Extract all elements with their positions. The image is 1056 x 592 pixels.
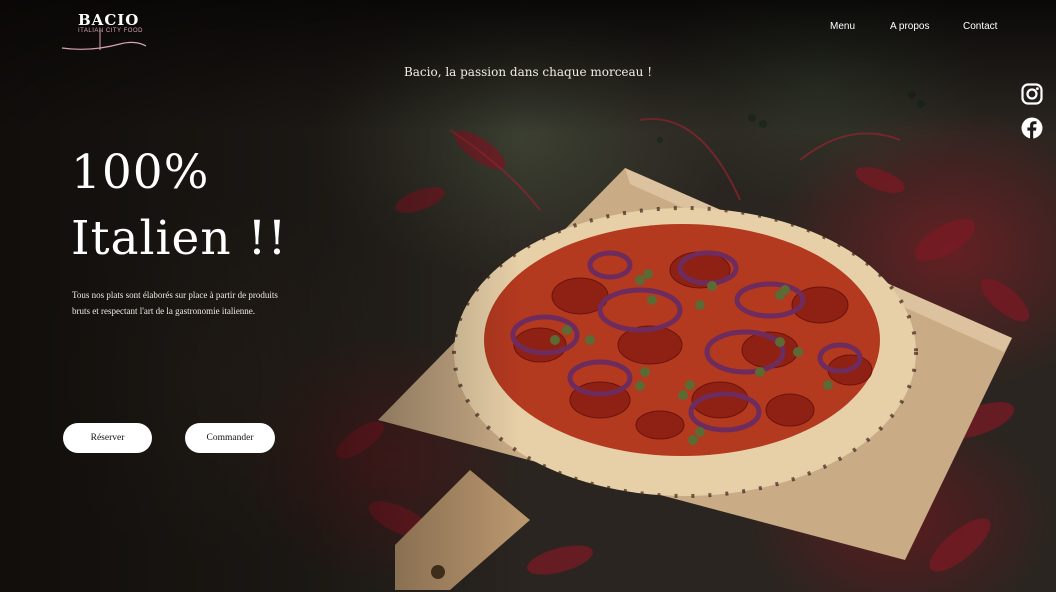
brand-name: BACIO [78,11,140,29]
instagram-icon[interactable] [1021,83,1043,105]
hero-title-line2: Italien !! [71,211,288,266]
brand-logo[interactable]: BACIO ITALIAN CITY FOOD [60,8,160,50]
nav-menu-link[interactable]: Menu [830,21,855,32]
nav-about-link[interactable]: A propos [890,21,929,32]
tagline: Bacio, la passion dans chaque morceau ! [403,65,653,79]
hero-title-line1: 100% [71,145,210,200]
hero-description: Tous nos plats sont élaborés sur place à… [72,290,278,316]
nav-contact-link[interactable]: Contact [963,21,997,32]
order-button[interactable]: Commander [185,423,275,453]
reserve-button[interactable]: Réserver [63,423,152,453]
brand-subtitle: ITALIAN CITY FOOD [78,28,143,34]
facebook-icon[interactable] [1021,117,1043,139]
hero-title: 100% Italien !! [71,140,371,272]
